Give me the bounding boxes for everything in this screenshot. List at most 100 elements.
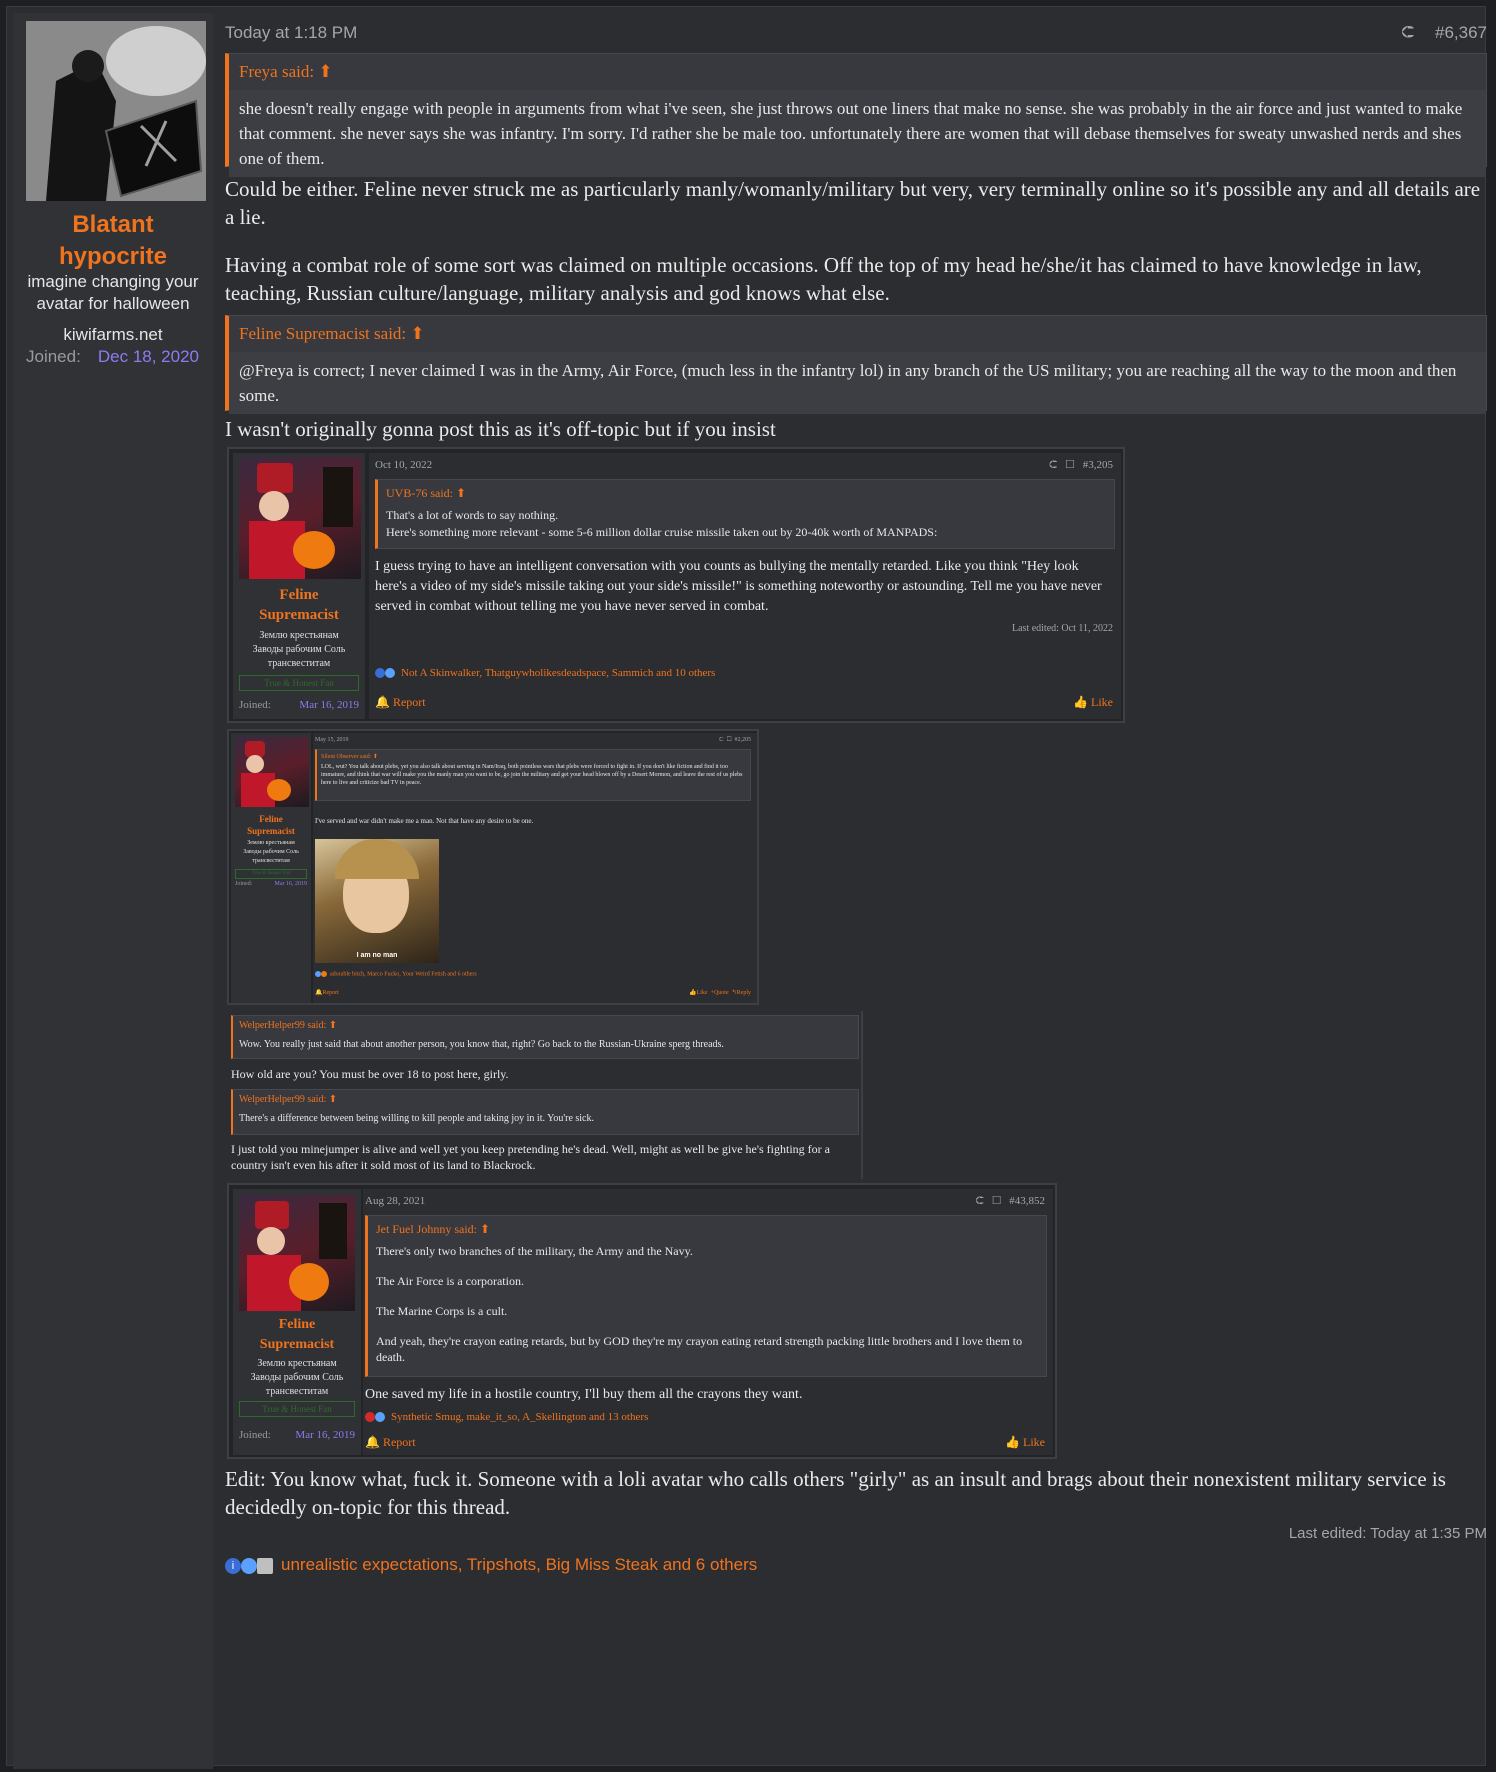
quote-author: UVB-76 said: (386, 486, 453, 500)
title-line2: Заводы рабочим Соль (250, 1372, 344, 1383)
author-name-line1: Blatant (72, 211, 154, 238)
reactions-list[interactable]: unrealistic expectations, Tripshots, Big… (281, 1555, 757, 1574)
reaction-icon (375, 1412, 385, 1423)
quote-header: WelperHelper99 said: ⬆ (233, 1016, 858, 1035)
joined-value: Mar 16, 2019 (299, 699, 359, 711)
quote-author: Feline Supremacist said: (239, 324, 407, 343)
title-line3: трансвеститам (265, 1386, 329, 1397)
embed-reactions: Synthetic Smug, make_it_so, A_Skellingto… (365, 1411, 648, 1423)
embed-report: 🔔 Report (365, 1435, 416, 1450)
embed-quote: Jet Fuel Johnny said: ⬆ There's only two… (365, 1215, 1047, 1377)
author-avatar[interactable] (26, 21, 206, 201)
post-timestamp[interactable]: Today at 1:18 PM (225, 23, 357, 43)
joined-value: Dec 18, 2020 (97, 347, 199, 366)
like-label: Like (1091, 695, 1113, 709)
bookmark-icon: ☐ (992, 1195, 1001, 1207)
author-name-line1: Feline (259, 814, 283, 824)
embed-actions: 👍Like +Quote ↰Reply (689, 989, 751, 996)
embed-quote: UVB-76 said: ⬆ That's a lot of words to … (375, 479, 1115, 549)
screenshot-embed-4: Feline Supremacist Землю крестьянам Заво… (227, 1183, 1057, 1459)
author-site: kiwifarms.net (63, 325, 163, 344)
quote-author: Silent Observer said: (321, 754, 372, 760)
screenshot-embed-2: Feline Supremacist Землю крестьянам Заво… (227, 729, 759, 1005)
quote-line2: The Air Force is a corporation. (376, 1274, 524, 1288)
joined-label: Joined: (235, 881, 253, 887)
last-edited: Last edited: Today at 1:35 PM (1288, 1525, 1487, 1542)
quote-body: LOL, wut? You talk about plebs, yet you … (321, 764, 743, 786)
embed-author-sidebar: Feline Supremacist Землю крестьянам Заво… (233, 1189, 361, 1455)
embed-author-name: Feline Supremacist (233, 1315, 361, 1355)
share-icon: ⮈ (975, 1195, 984, 1207)
embed-post-main: Aug 28, 2021 ⮈ ☐ #43,852 Jet Fuel Johnny… (363, 1189, 1053, 1455)
author-name[interactable]: Blatant hypocrite (13, 209, 213, 273)
arrow-up-icon: ⬆ (372, 754, 378, 760)
embed-author-title: Землю крестьянам Заводы рабочим Соль тра… (233, 1357, 361, 1399)
embed-header-actions: ⮈ ☐ #3,205 (1049, 459, 1113, 472)
quote-author: Jet Fuel Johnny said: (376, 1222, 477, 1236)
joined-label: Joined: (239, 1429, 271, 1441)
title-line3: трансвеститам (267, 658, 331, 669)
author-title-line2: avatar for halloween (36, 294, 190, 313)
joined-label: Joined: (239, 699, 271, 711)
embed-body: One saved my life in a hostile country, … (365, 1387, 803, 1402)
like-label: Like (1023, 1435, 1045, 1449)
reaction-icon (321, 971, 327, 977)
title-line3: трансвеститам (252, 858, 290, 864)
embed-text-2: I just told you minejumper is alive and … (231, 1142, 830, 1172)
share-icon[interactable]: ⮈ (1401, 23, 1414, 42)
embed-post-main: May 15, 2019 ⮈ ☐ #2,205 Silent Observer … (313, 733, 757, 1003)
embed-quote-2: WelperHelper99 said: ⬆ There's a differe… (231, 1089, 859, 1135)
quote-author: WelperHelper99 said: (239, 1020, 327, 1031)
reaction-icon (365, 1412, 375, 1423)
arrow-up-icon[interactable]: ⬆ (410, 324, 424, 343)
quote-body: There's only two branches of the militar… (368, 1243, 1046, 1365)
quote-header[interactable]: Freya said: ⬆ (229, 54, 1486, 90)
thumbs-up-icon: 👍 (689, 990, 697, 996)
embed-header-actions: ⮈ ☐ #43,852 (976, 1195, 1045, 1208)
share-icon: ⮈ (719, 737, 724, 743)
embed-header-actions: ⮈ ☐ #2,205 (719, 737, 751, 744)
quote-line3: The Marine Corps is a cult. (376, 1304, 508, 1318)
quote-line2: Here's something more relevant - some 5-… (386, 525, 938, 539)
embed-post-main: Oct 10, 2022 ⮈ ☐ #3,205 UVB-76 said: ⬆ T… (369, 453, 1121, 719)
embed-like: 👍 Like (1073, 695, 1113, 710)
author-name-line2: Supremacist (247, 826, 295, 836)
paragraph-4: Edit: You know what, fuck it. Someone wi… (225, 1467, 1446, 1519)
embed-reactions: adorable bitch, Marco Fucko, Your Weird … (315, 971, 477, 977)
quote-header[interactable]: Feline Supremacist said: ⬆ (229, 316, 1486, 352)
author-name-line2: Supremacist (259, 1337, 335, 1352)
share-icon: ⮈ (1049, 459, 1058, 471)
thumbs-up-icon (241, 1557, 257, 1574)
embed-like: 👍 Like (1005, 1435, 1045, 1450)
embed-author-name: Feline Supremacist (233, 585, 365, 625)
post-number[interactable]: #6,367 (1435, 23, 1487, 42)
bell-icon: 🔔 (365, 1435, 380, 1449)
quote-feline: Feline Supremacist said: ⬆ @Freya is cor… (225, 315, 1487, 414)
feline-avatar (235, 737, 309, 807)
embed-date: Oct 10, 2022 (375, 459, 433, 471)
fan-badge: True & Honest Fan (235, 869, 307, 879)
embed-date: May 15, 2019 (315, 737, 349, 743)
title-line1: Землю крестьянам (247, 840, 295, 846)
reactions-list: adorable bitch, Marco Fucko, Your Weird … (330, 971, 477, 978)
joined-label: Joined: (26, 347, 81, 366)
embed-report: 🔔Report (315, 989, 339, 996)
embed-body: I've served and war didn't make me a man… (315, 817, 534, 825)
quote-header: WelperHelper99 said: ⬆ (233, 1090, 858, 1109)
reaction-image-icon (257, 1557, 273, 1574)
embed-quote: Silent Observer said: ⬆ LOL, wut? You ta… (315, 749, 751, 801)
embed-reactions: Not A Skinwalker, Thatguywholikesdeadspa… (375, 667, 715, 679)
paragraph-2: Having a combat role of some sort was cl… (225, 253, 1422, 305)
arrow-up-icon: ⬆ (456, 486, 467, 500)
paragraph-3: I wasn't originally gonna post this as i… (225, 417, 776, 441)
arrow-up-icon[interactable]: ⬆ (318, 62, 332, 81)
joined-value: Mar 16, 2019 (274, 881, 308, 887)
post-header-actions: ⮈ #6,367 (1401, 23, 1487, 43)
quote-freya: Freya said: ⬆ she doesn't really engage … (225, 53, 1487, 177)
reactions-bar[interactable]: i unrealistic expectations, Tripshots, Bi… (225, 1555, 757, 1575)
quote-header: Jet Fuel Johnny said: ⬆ (368, 1216, 1046, 1243)
image-caption: I am no man (356, 952, 398, 959)
author-name-line1: Feline (278, 1317, 316, 1332)
fan-badge: True & Honest Fan (239, 1401, 355, 1417)
bookmark-icon: ☐ (1065, 459, 1075, 471)
